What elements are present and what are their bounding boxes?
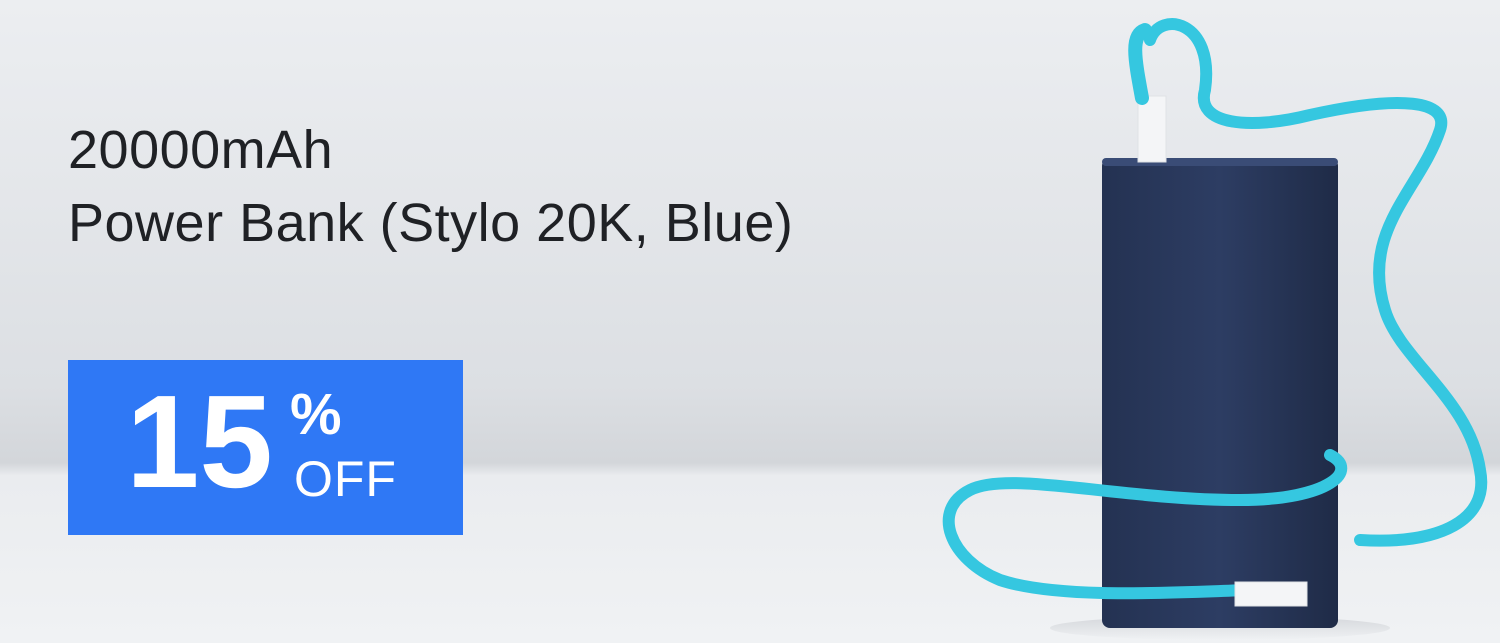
discount-number: 15 [126,368,273,515]
usb-connector-bottom [1234,581,1308,607]
power-bank-body [1102,158,1338,628]
power-bank-image [942,18,1488,640]
product-title: 20000mAh Power Bank (Stylo 20K, Blue) [68,114,793,260]
headline-product-name: Power Bank (Stylo 20K, Blue) [68,192,794,253]
power-bank-top-edge [1102,158,1338,166]
cable-top-strap [1128,23,1152,105]
discount-off-label: OFF [294,451,397,507]
promo-banner[interactable]: 20000mAh Power Bank (Stylo 20K, Blue) 15… [0,0,1500,643]
headline-capacity: 20000mAh [68,120,334,180]
usb-connector-top [1137,95,1167,163]
discount-percent-sign: % [290,382,342,447]
discount-badge: 15 % OFF [68,360,463,535]
